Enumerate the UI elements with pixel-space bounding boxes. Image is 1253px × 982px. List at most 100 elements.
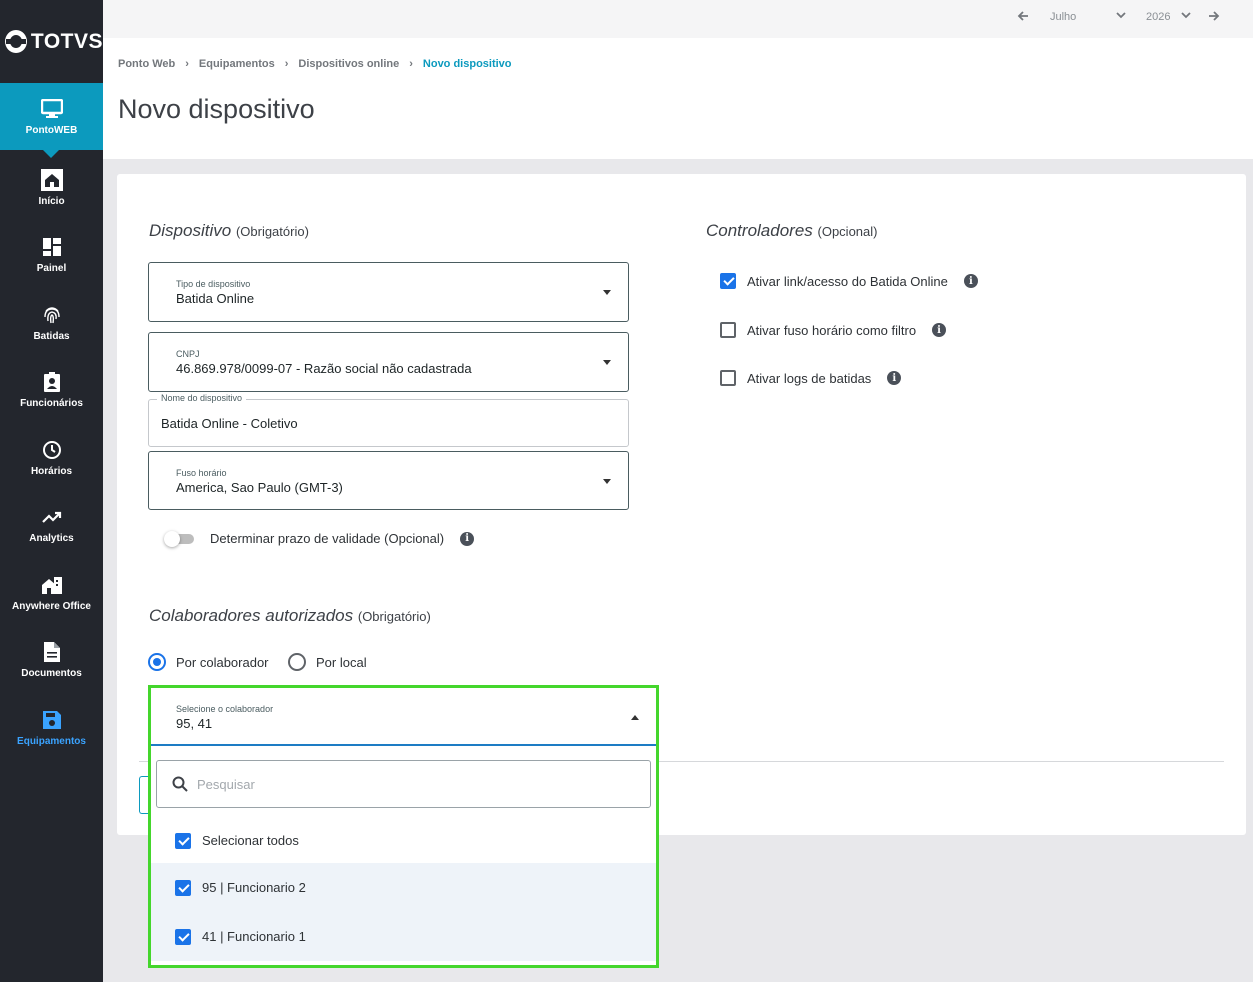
controller-option-timezone[interactable]: Ativar fuso horário como filtro i <box>720 322 947 338</box>
validity-row: Determinar prazo de validade (Opcional) … <box>210 531 475 546</box>
device-name-field[interactable]: Nome do dispositivo Batida Online - Cole… <box>148 393 629 447</box>
cnpj-value: 46.869.978/0099-07 - Razão social não ca… <box>176 361 472 376</box>
caret-up-icon[interactable] <box>631 715 639 720</box>
device-type-select[interactable]: Tipo de dispositivo Batida Online <box>148 262 629 322</box>
monitor-icon <box>40 98 63 120</box>
collaborator-multiselect[interactable]: Selecione o colaborador 95, 41 Seleciona… <box>148 685 659 968</box>
info-icon[interactable]: i <box>460 531 475 546</box>
sidebar-item-label: Funcionários <box>20 398 83 410</box>
sidebar-item-horarios[interactable]: Horários <box>0 424 103 492</box>
radio-label: Por local <box>316 654 367 670</box>
totvs-logo-mark-icon <box>5 30 27 53</box>
timezone-value: America, Sao Paulo (GMT-3) <box>176 480 343 495</box>
checkbox-checked[interactable] <box>175 832 191 849</box>
timezone-select[interactable]: Fuso horário America, Sao Paulo (GMT-3) <box>148 451 629 510</box>
sidebar-item-funcionarios[interactable]: Funcionários <box>0 357 103 425</box>
month-chevron-down-icon[interactable] <box>1115 9 1127 24</box>
collaborators-section-title-text: Colaboradores autorizados <box>149 606 354 625</box>
sidebar-item-inicio[interactable]: Início <box>0 154 103 222</box>
sidebar-item-label: Analytics <box>29 533 74 545</box>
sidebar-item-anywhere-office[interactable]: Anywhere Office <box>0 559 103 627</box>
caret-down-icon <box>603 479 611 484</box>
device-section-title-text: Dispositivo <box>149 221 232 240</box>
list-item[interactable]: 95 | Funcionario 2 <box>151 863 656 912</box>
checkbox-unchecked[interactable] <box>720 370 736 386</box>
cnpj-select[interactable]: CNPJ 46.869.978/0099-07 - Razão social n… <box>148 332 629 392</box>
top-bar: Julho 2026 <box>103 0 1253 38</box>
sidebar-item-pontoweb[interactable]: PontoWEB <box>0 83 103 158</box>
list-item[interactable]: 41 | Funcionario 1 <box>151 912 656 961</box>
sidebar-item-analytics[interactable]: Analytics <box>0 492 103 560</box>
controller-option-link[interactable]: Ativar link/acesso do Batida Online i <box>720 273 978 289</box>
fingerprint-icon <box>41 304 63 326</box>
checkbox-unchecked[interactable] <box>720 322 736 338</box>
sidebar-item-label: Início <box>38 195 65 207</box>
breadcrumb-item-ponto-web[interactable]: Ponto Web <box>118 58 175 70</box>
caret-down-icon <box>603 360 611 365</box>
toggle-knob <box>164 531 180 547</box>
search-icon <box>172 776 188 797</box>
sidebar-item-documentos[interactable]: Documentos <box>0 627 103 695</box>
select-all-option[interactable]: Selecionar todos <box>151 816 656 865</box>
sidebar-item-label: Equipamentos <box>17 735 86 747</box>
checkbox-checked[interactable] <box>175 928 191 945</box>
radio-label: Por colaborador <box>176 654 269 670</box>
validity-label: Determinar prazo de validade (Opcional) <box>210 531 445 546</box>
sidebar-item-label: Painel <box>36 263 67 275</box>
sidebar-item-label: PontoWEB <box>25 124 78 136</box>
prev-month-arrow-icon[interactable] <box>1017 10 1029 25</box>
device-name-value[interactable]: Batida Online - Coletivo <box>161 416 298 431</box>
collaborators-section-title: Colaboradores autorizados (Obrigatório) <box>149 606 431 626</box>
controllers-section-note: (Opcional) <box>817 224 878 239</box>
badge-icon <box>41 371 63 393</box>
totvs-logo[interactable]: TOTVS <box>0 0 103 83</box>
sidebar-item-label: Horários <box>30 465 73 477</box>
controller-option-logs[interactable]: Ativar logs de batidas i <box>720 370 902 386</box>
device-name-label: Nome do dispositivo <box>157 393 247 403</box>
year-chevron-down-icon[interactable] <box>1180 9 1192 24</box>
page-header: Ponto Web › Equipamentos › Dispositivos … <box>103 38 1253 159</box>
trend-icon <box>41 506 63 528</box>
sidebar-item-equipamentos[interactable]: Equipamentos <box>0 694 103 762</box>
clock-icon <box>41 439 63 461</box>
home-icon <box>40 168 63 191</box>
page-title: Novo dispositivo <box>118 94 315 124</box>
controllers-section-title: Controladores (Opcional) <box>706 221 877 241</box>
breadcrumb-item-current: Novo dispositivo <box>422 58 512 70</box>
breadcrumb-item-dispositivos-online[interactable]: Dispositivos online <box>298 58 399 70</box>
controller-option-label: Ativar link/acesso do Batida Online <box>747 273 948 289</box>
checkbox-checked[interactable] <box>175 879 191 896</box>
totvs-logo-text: TOTVS <box>30 29 103 53</box>
timezone-label: Fuso horário <box>176 468 227 478</box>
select-all-label: Selecionar todos <box>202 833 299 848</box>
document-icon <box>41 641 63 663</box>
breadcrumb-item-equipamentos[interactable]: Equipamentos <box>199 58 275 70</box>
year-select[interactable]: 2026 <box>1146 11 1170 23</box>
next-month-arrow-icon[interactable] <box>1208 10 1220 25</box>
device-section-note: (Obrigatório) <box>235 224 309 239</box>
info-icon[interactable]: i <box>932 323 947 337</box>
sidebar-item-label: Batidas <box>33 330 70 342</box>
radio-selected[interactable] <box>148 653 166 671</box>
radio-by-location[interactable]: Por local <box>288 653 367 671</box>
info-icon[interactable]: i <box>887 371 902 385</box>
collaborator-search[interactable] <box>156 760 651 808</box>
breadcrumb-separator-icon: › <box>185 58 189 70</box>
radio-unselected[interactable] <box>288 653 306 671</box>
month-select[interactable]: Julho <box>1050 11 1076 23</box>
checkbox-checked[interactable] <box>720 273 736 289</box>
info-icon[interactable]: i <box>963 274 978 288</box>
sidebar-item-painel[interactable]: Painel <box>0 222 103 290</box>
sidebar-item-batidas[interactable]: Batidas <box>0 289 103 357</box>
device-section-title: Dispositivo (Obrigatório) <box>149 221 309 241</box>
collaborator-select-header[interactable]: Selecione o colaborador 95, 41 <box>151 688 656 746</box>
device-icon <box>41 709 63 731</box>
validity-toggle[interactable] <box>164 531 196 547</box>
collaborator-item-label: 41 | Funcionario 1 <box>202 929 306 944</box>
sidebar-item-label: Documentos <box>21 668 82 680</box>
collaborators-section-note: (Obrigatório) <box>357 609 431 624</box>
collaborator-item-label: 95 | Funcionario 2 <box>202 880 306 895</box>
controller-option-label: Ativar logs de batidas <box>747 370 872 386</box>
radio-by-collaborator[interactable]: Por colaborador <box>148 653 269 671</box>
search-input[interactable] <box>197 773 627 795</box>
